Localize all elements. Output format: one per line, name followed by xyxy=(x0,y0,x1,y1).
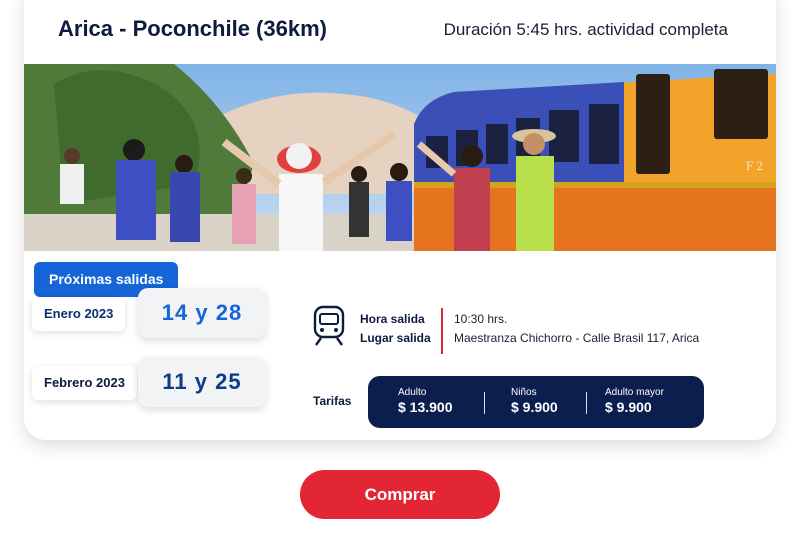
tour-title: Arica - Poconchile (36km) xyxy=(58,16,327,41)
fare-name: Niños xyxy=(511,387,537,398)
departure-time-value: 10:30 hrs. xyxy=(454,312,508,326)
tour-duration: Duración 5:45 hrs. actividad completa xyxy=(443,20,728,39)
fares-label: Tarifas xyxy=(313,394,352,408)
fare-adult: Adulto $ 13.900 xyxy=(398,387,453,416)
fares-box: Adulto $ 13.900 Niños $ 9.900 Adulto may… xyxy=(368,376,704,428)
tour-photo: F 2 xyxy=(24,64,776,251)
buy-button[interactable]: Comprar xyxy=(300,470,500,519)
train-number-label: F 2 xyxy=(746,158,763,173)
departure-row-february: Febrero 2023 11 y 25 xyxy=(32,357,312,407)
departure-info-values: 10:30 hrs. Maestranza Chichorro - Calle … xyxy=(454,310,699,348)
fare-price: $ 9.900 xyxy=(605,399,652,415)
fare-name: Adulto xyxy=(398,387,427,398)
month-label: Febrero 2023 xyxy=(32,366,137,400)
fare-price: $ 13.900 xyxy=(398,399,453,415)
departure-days: 11 y 25 xyxy=(138,357,266,407)
fare-senior: Adulto mayor $ 9.900 xyxy=(605,387,664,416)
fare-separator xyxy=(484,392,485,414)
departure-place-value: Maestranza Chichorro - Calle Brasil 117,… xyxy=(454,331,700,345)
fare-children: Niños $ 9.900 xyxy=(511,387,558,416)
departure-days: 14 y 28 xyxy=(138,288,266,338)
departure-info-labels: Hora salida Lugar salida xyxy=(360,310,431,348)
month-label: Enero 2023 xyxy=(32,297,126,331)
train-icon xyxy=(313,305,345,346)
departure-place-label: Lugar salida xyxy=(360,331,431,345)
departure-row-january: Enero 2023 14 y 28 xyxy=(32,288,312,338)
fare-price: $ 9.900 xyxy=(511,399,558,415)
departure-time-label: Hora salida xyxy=(360,312,425,326)
info-divider xyxy=(441,308,443,354)
fare-separator xyxy=(586,392,587,414)
fare-name: Adulto mayor xyxy=(605,387,664,398)
